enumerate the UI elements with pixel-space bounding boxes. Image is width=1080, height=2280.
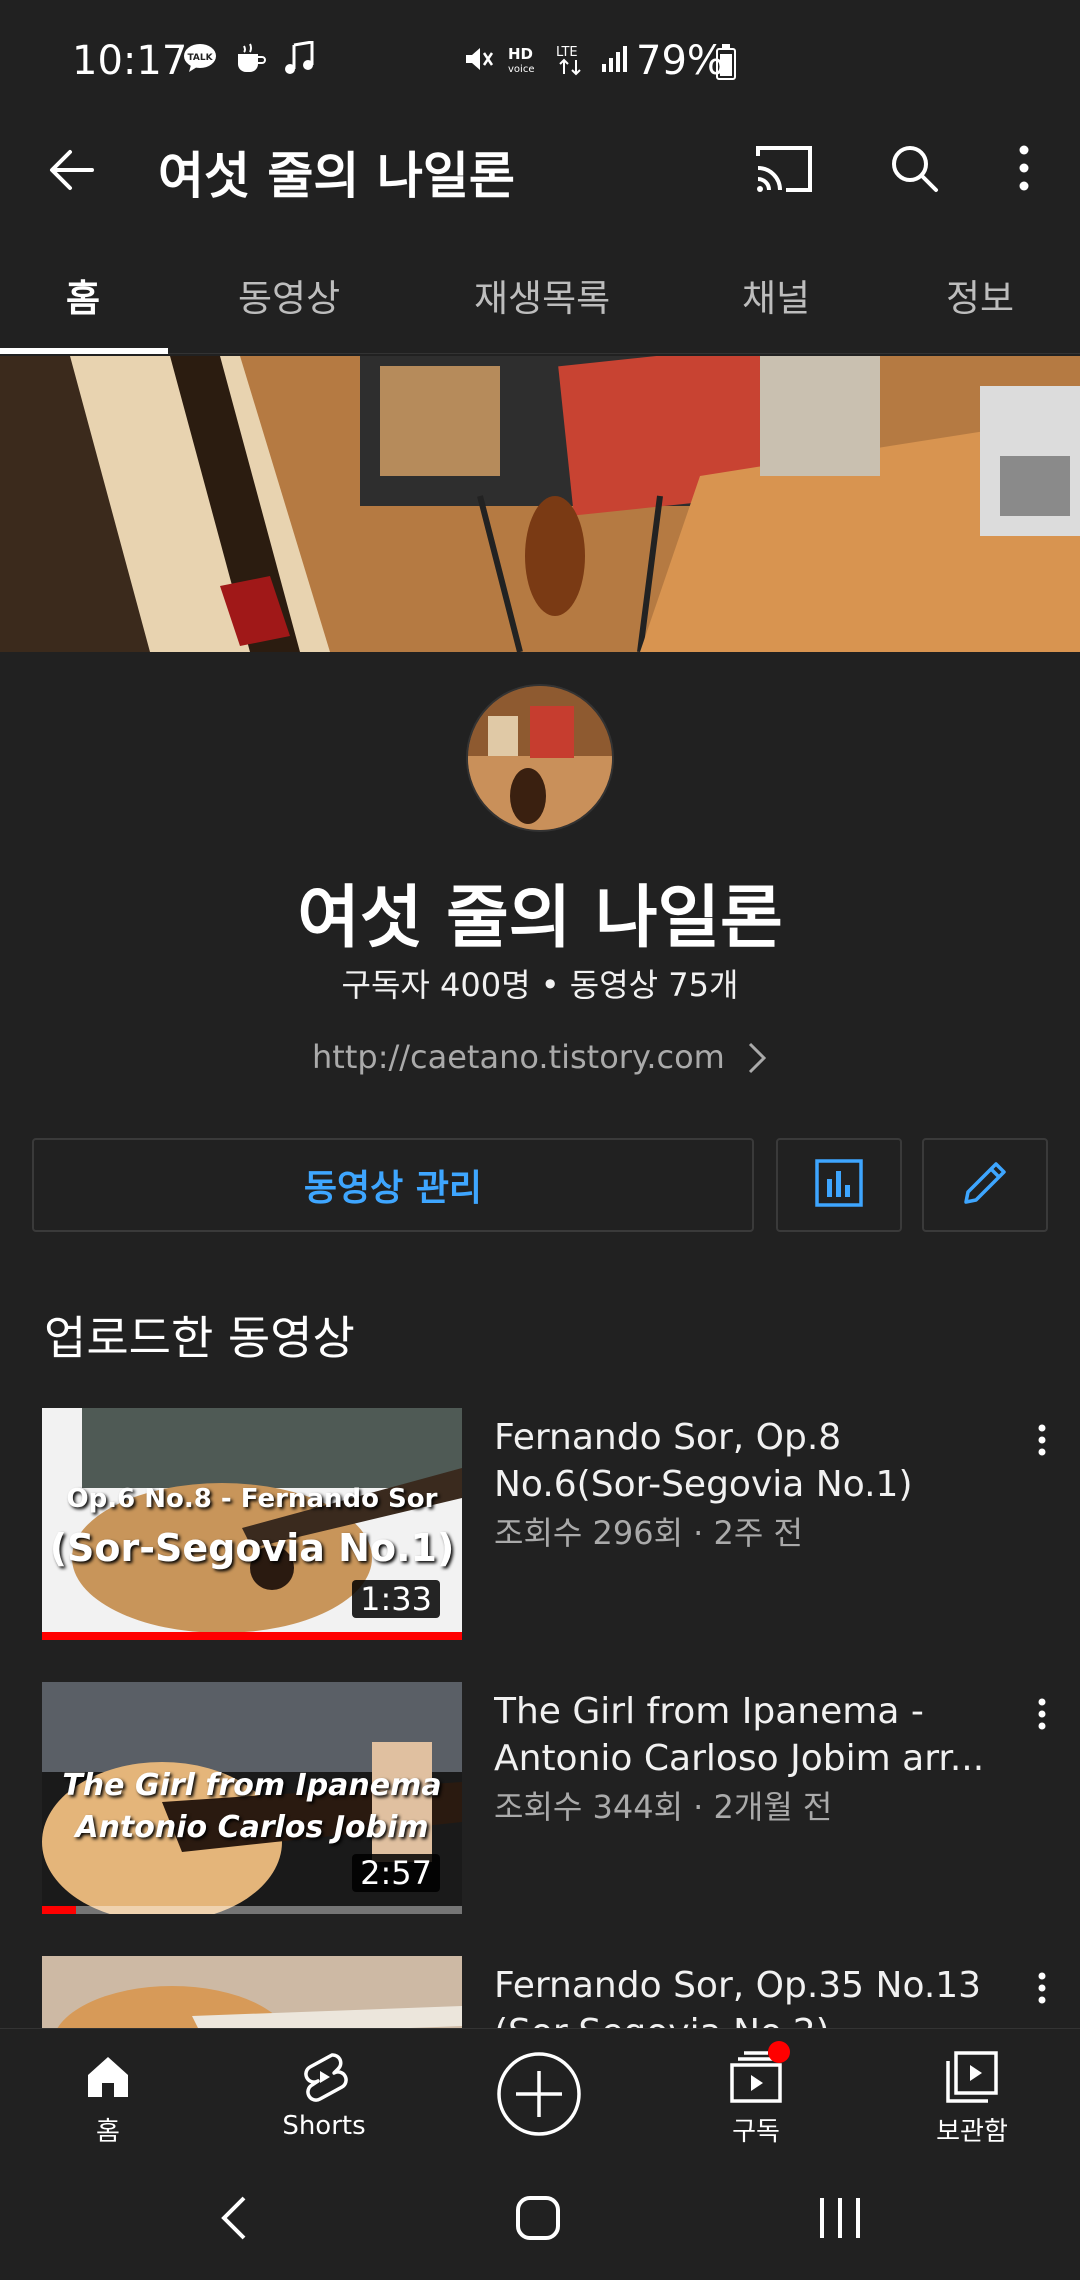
system-navigation: [0, 2158, 1080, 2280]
battery-percent: 79%: [636, 38, 725, 84]
tab-playlists[interactable]: 재생목록: [474, 268, 610, 322]
video-meta: 조회수 296회 · 2주 전: [494, 1514, 803, 1552]
video-duration: 2:57: [352, 1854, 440, 1892]
channel-link[interactable]: http://caetano.tistory.com: [312, 1038, 725, 1076]
svg-text:HD: HD: [508, 45, 533, 63]
more-options-icon[interactable]: [1030, 1968, 1054, 2008]
kakaotalk-icon: TALK: [182, 40, 218, 76]
app-bar-title: 여섯 줄의 나일론: [158, 147, 515, 205]
thumbnail-caption: The Girl from Ipanema: [62, 1768, 442, 1803]
tab-indicator: [0, 348, 168, 354]
thumbnail-image: [42, 1956, 462, 2028]
svg-text:LTE: LTE: [556, 45, 578, 60]
system-recents-icon[interactable]: [810, 2188, 870, 2248]
signal-icon: [600, 44, 630, 78]
tab-videos[interactable]: 동영상: [238, 268, 340, 322]
system-home-icon[interactable]: [508, 2188, 568, 2248]
cast-icon[interactable]: [752, 140, 818, 200]
thumbnail-caption: Op.6 No.8 - Fernando Sor: [66, 1484, 438, 1514]
status-bar: 10:17 TALK HD voice LTE 79%: [0, 0, 1080, 120]
system-back-icon[interactable]: [206, 2188, 266, 2248]
hd-voice-icon: HD voice: [506, 43, 542, 79]
channel-banner: [0, 356, 1080, 652]
pencil-icon: [958, 1156, 1012, 1214]
video-thumbnail[interactable]: The Girl from Ipanema Antonio Carlos Job…: [42, 1682, 462, 1914]
nav-label: 홈: [96, 2117, 120, 2147]
more-options-icon[interactable]: [1030, 1694, 1054, 1734]
svg-text:voice: voice: [508, 64, 534, 75]
banner-image: [0, 356, 1080, 652]
tab-channels[interactable]: 채널: [742, 268, 810, 322]
nav-label: 보관함: [936, 2117, 1008, 2147]
more-options-icon[interactable]: [1030, 1420, 1054, 1460]
nav-label: Shorts: [282, 2111, 366, 2141]
search-icon[interactable]: [884, 138, 944, 198]
video-title[interactable]: Fernando Sor, Op.35 No.13 (Sor-Segovia N…: [494, 1962, 1014, 2028]
section-title: 업로드한 동영상: [44, 1311, 355, 1365]
video-duration: 1:33: [352, 1580, 440, 1618]
analytics-button[interactable]: [776, 1138, 902, 1232]
app-bar: 여섯 줄의 나일론: [0, 120, 1080, 220]
video-title[interactable]: The Girl from Ipanema - Antonio Carloso J…: [494, 1688, 1004, 1782]
thumbnail-caption: (Sor-Segovia No.1): [49, 1526, 455, 1570]
manage-videos-button[interactable]: 동영상 관리: [32, 1138, 754, 1232]
nav-label: 구독: [732, 2117, 780, 2147]
lte-icon: LTE: [554, 42, 588, 80]
video-thumbnail[interactable]: Op.6 No.8 - Fernando Sor (Sor-Segovia No…: [42, 1408, 462, 1640]
edit-channel-button[interactable]: [922, 1138, 1048, 1232]
battery-icon: [716, 44, 736, 80]
shorts-icon: [296, 2049, 352, 2105]
watch-progress-bar: [42, 1906, 76, 1914]
tab-home[interactable]: 홈: [66, 268, 100, 322]
video-item[interactable]: Op.6 No.8 - Fernando Sor (Sor-Segovia No…: [0, 1408, 1080, 1648]
video-meta: 조회수 344회 · 2개월 전: [494, 1788, 833, 1826]
tab-about[interactable]: 정보: [946, 268, 1014, 322]
channel-tabs: 홈 동영상 재생목록 채널 정보: [0, 250, 1080, 354]
nav-library[interactable]: 보관함: [892, 2049, 1052, 2148]
music-note-icon: [282, 40, 318, 76]
video-item[interactable]: The Girl from Ipanema Antonio Carlos Job…: [0, 1682, 1080, 1922]
coffee-icon: [232, 40, 268, 76]
notification-dot: [768, 2041, 790, 2063]
library-icon: [944, 2049, 1000, 2105]
nav-shorts[interactable]: Shorts: [244, 2049, 404, 2141]
mute-icon: [462, 43, 494, 79]
svg-text:TALK: TALK: [187, 53, 213, 63]
watch-progress-bar: [42, 1632, 462, 1640]
thumbnail-caption: Antonio Carlos Jobim: [75, 1810, 429, 1845]
channel-stats: 구독자 400명 • 동영상 75개: [341, 966, 739, 1004]
analytics-icon: [813, 1157, 865, 1213]
channel-name: 여섯 줄의 나일론: [297, 879, 783, 958]
video-item[interactable]: Fernando Sor, Op.35 No.13 (Sor-Segovia N…: [0, 1956, 1080, 2028]
chevron-right-icon[interactable]: [742, 1038, 772, 1078]
more-options-icon[interactable]: [1000, 138, 1048, 198]
watch-progress-track: [42, 1906, 462, 1914]
nav-home[interactable]: 홈: [28, 2049, 188, 2148]
home-icon: [80, 2049, 136, 2105]
bottom-navigation: 홈 Shorts 구독 보관함: [0, 2028, 1080, 2158]
nav-subscriptions[interactable]: 구독: [676, 2049, 836, 2148]
channel-avatar[interactable]: [466, 684, 614, 832]
video-title[interactable]: Fernando Sor, Op.8 No.6(Sor-Segovia No.1…: [494, 1414, 1014, 1508]
video-thumbnail[interactable]: [42, 1956, 462, 2028]
back-arrow-icon[interactable]: [44, 140, 104, 200]
status-time: 10:17: [72, 38, 188, 84]
add-icon[interactable]: [496, 2051, 582, 2137]
